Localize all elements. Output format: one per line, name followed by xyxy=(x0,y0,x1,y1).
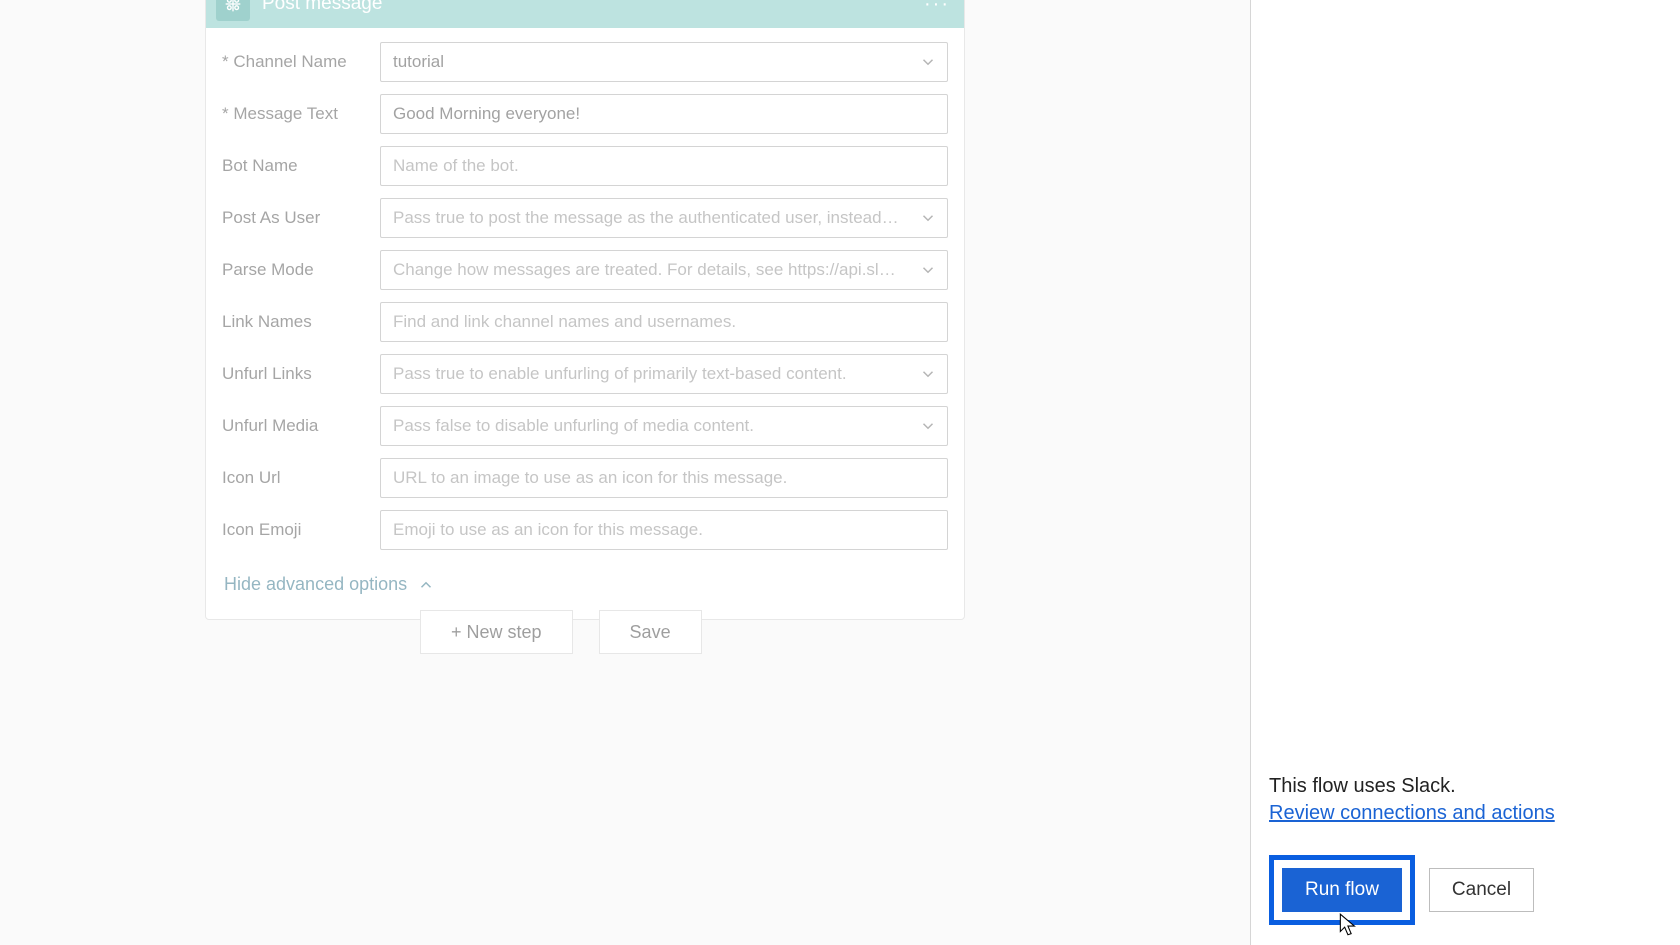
post-as-user-select[interactable]: Pass true to post the message as the aut… xyxy=(380,198,948,238)
field-label: Icon Emoji xyxy=(222,520,380,540)
field-placeholder: Change how messages are treated. For det… xyxy=(393,260,903,280)
field-row-icon-url: Icon Url URL to an image to use as an ic… xyxy=(222,458,948,498)
field-placeholder: Find and link channel names and username… xyxy=(393,312,736,332)
slack-icon xyxy=(216,0,250,21)
field-row-unfurl-links: Unfurl Links Pass true to enable unfurli… xyxy=(222,354,948,394)
field-placeholder: URL to an image to use as an icon for th… xyxy=(393,468,787,488)
chevron-up-icon xyxy=(417,576,435,594)
unfurl-media-select[interactable]: Pass false to disable unfurling of media… xyxy=(380,406,948,446)
chevron-down-icon xyxy=(919,209,937,227)
chevron-down-icon xyxy=(919,417,937,435)
field-label: Unfurl Media xyxy=(222,416,380,436)
field-row-parse-mode: Parse Mode Change how messages are treat… xyxy=(222,250,948,290)
review-connections-link[interactable]: Review connections and actions xyxy=(1269,802,1555,825)
hide-advanced-options-toggle[interactable]: Hide advanced options xyxy=(224,574,435,595)
action-card-title: Post message xyxy=(262,0,382,15)
field-label: Unfurl Links xyxy=(222,364,380,384)
link-names-input[interactable]: Find and link channel names and username… xyxy=(380,302,948,342)
cancel-button[interactable]: Cancel xyxy=(1429,868,1534,912)
post-message-action-card: Post message ··· * Channel Name tutorial… xyxy=(205,0,965,620)
field-label: Link Names xyxy=(222,312,380,332)
field-value: tutorial xyxy=(393,52,444,72)
run-flow-panel-footer: This flow uses Slack. Review connections… xyxy=(1251,775,1680,945)
hide-advanced-label: Hide advanced options xyxy=(224,574,407,595)
field-label: Parse Mode xyxy=(222,260,380,280)
chevron-down-icon xyxy=(919,53,937,71)
channel-name-select[interactable]: tutorial xyxy=(380,42,948,82)
field-row-link-names: Link Names Find and link channel names a… xyxy=(222,302,948,342)
field-placeholder: Pass true to post the message as the aut… xyxy=(393,208,903,228)
run-flow-highlight-box: Run flow xyxy=(1269,855,1415,925)
save-button[interactable]: Save xyxy=(599,610,702,654)
field-row-channel-name: * Channel Name tutorial xyxy=(222,42,948,82)
chevron-down-icon xyxy=(919,365,937,383)
field-placeholder: Name of the bot. xyxy=(393,156,519,176)
icon-emoji-input[interactable]: Emoji to use as an icon for this message… xyxy=(380,510,948,550)
field-row-message-text: * Message Text Good Morning everyone! xyxy=(222,94,948,134)
action-card-header[interactable]: Post message ··· xyxy=(206,0,964,28)
designer-bottom-buttons: + New step Save xyxy=(420,610,702,654)
field-row-unfurl-media: Unfurl Media Pass false to disable unfur… xyxy=(222,406,948,446)
run-flow-panel: This flow uses Slack. Review connections… xyxy=(1250,0,1680,945)
run-flow-button[interactable]: Run flow xyxy=(1282,868,1402,912)
chevron-down-icon xyxy=(919,261,937,279)
field-row-post-as-user: Post As User Pass true to post the messa… xyxy=(222,198,948,238)
panel-footer-buttons: Run flow Cancel xyxy=(1269,855,1662,925)
field-placeholder: Pass false to disable unfurling of media… xyxy=(393,416,754,436)
field-label: * Message Text xyxy=(222,104,380,124)
field-placeholder: Emoji to use as an icon for this message… xyxy=(393,520,703,540)
unfurl-links-select[interactable]: Pass true to enable unfurling of primari… xyxy=(380,354,948,394)
new-step-button[interactable]: + New step xyxy=(420,610,573,654)
action-card-body: * Channel Name tutorial * Message Text G… xyxy=(206,28,964,619)
field-row-bot-name: Bot Name Name of the bot. xyxy=(222,146,948,186)
flow-uses-info-text: This flow uses Slack. xyxy=(1269,775,1662,798)
action-card-menu-icon[interactable]: ··· xyxy=(924,0,950,16)
message-text-input[interactable]: Good Morning everyone! xyxy=(380,94,948,134)
field-placeholder: Pass true to enable unfurling of primari… xyxy=(393,364,847,384)
field-value: Good Morning everyone! xyxy=(393,104,580,124)
parse-mode-select[interactable]: Change how messages are treated. For det… xyxy=(380,250,948,290)
field-label: * Channel Name xyxy=(222,52,380,72)
field-label: Bot Name xyxy=(222,156,380,176)
bot-name-input[interactable]: Name of the bot. xyxy=(380,146,948,186)
field-row-icon-emoji: Icon Emoji Emoji to use as an icon for t… xyxy=(222,510,948,550)
field-label: Icon Url xyxy=(222,468,380,488)
icon-url-input[interactable]: URL to an image to use as an icon for th… xyxy=(380,458,948,498)
field-label: Post As User xyxy=(222,208,380,228)
